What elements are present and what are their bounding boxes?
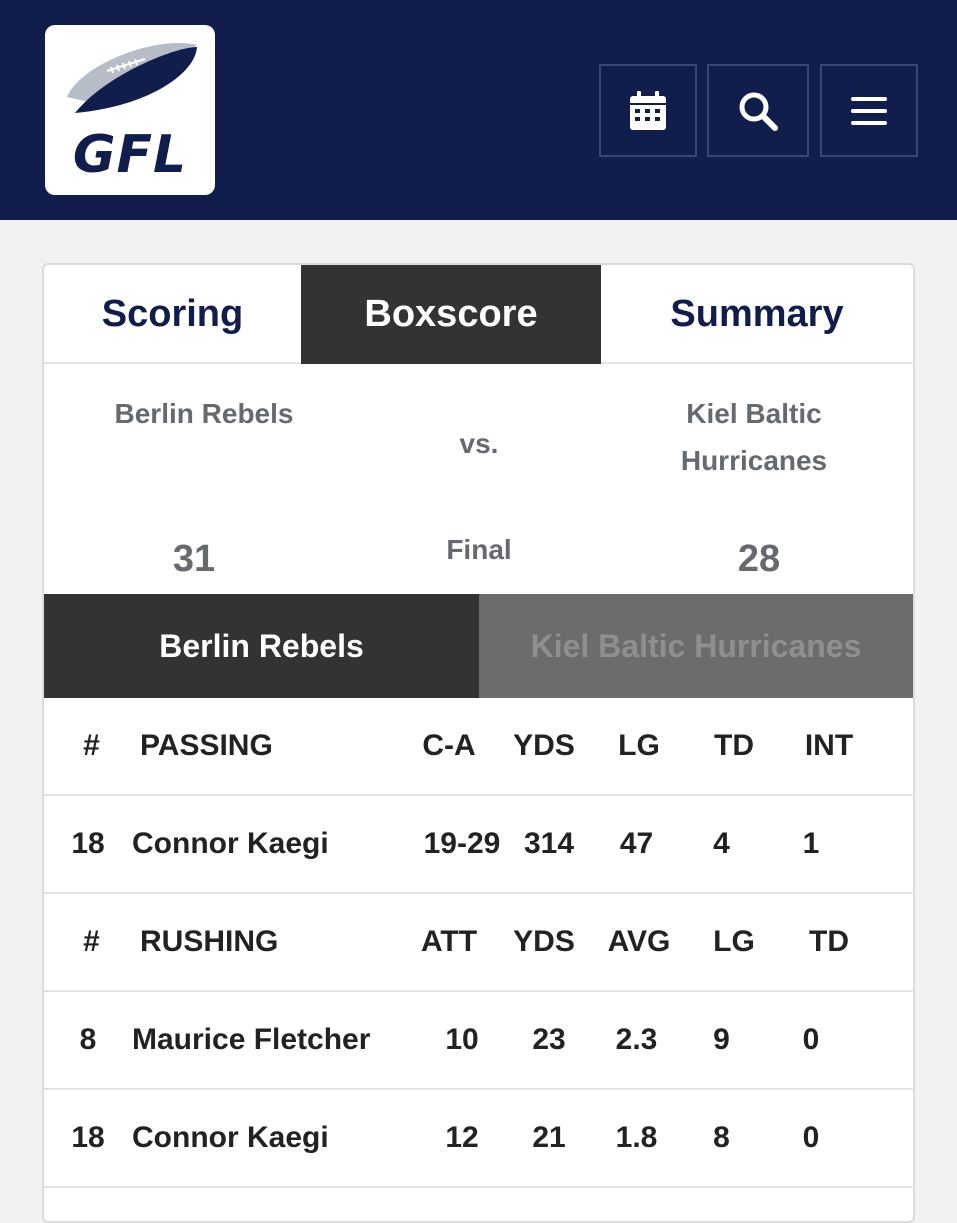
vs-label: vs. bbox=[459, 428, 499, 459]
col-header-number: # bbox=[83, 925, 100, 958]
col-header-td: TD bbox=[809, 925, 849, 958]
stat-td: 0 bbox=[802, 1023, 820, 1056]
game-status: Final bbox=[446, 534, 512, 565]
col-header-ca: C-A bbox=[422, 729, 476, 762]
team-tab-away[interactable]: Kiel Baltic Hurricanes bbox=[479, 594, 913, 698]
team-tab-home[interactable]: Berlin Rebels bbox=[44, 594, 479, 698]
player-name[interactable]: Maurice Fletcher bbox=[132, 992, 432, 1088]
table-row: 8 Maurice Fletcher 10 23 2.3 9 0 bbox=[44, 992, 913, 1090]
col-header-avg: AVG bbox=[607, 925, 671, 958]
passing-header-row: # PASSING C-A YDS LG TD INT bbox=[44, 698, 913, 796]
away-team-name-line2: Hurricanes bbox=[680, 445, 828, 476]
top-navbar: GFL bbox=[0, 0, 957, 220]
player-name[interactable]: Connor Kaegi bbox=[132, 1090, 432, 1186]
col-header-yds: YDS bbox=[513, 729, 575, 762]
boxscore-card: Scoring Boxscore Summary Berlin Rebels v… bbox=[42, 263, 915, 1223]
col-header-number: # bbox=[83, 729, 100, 762]
stat-yds: 21 bbox=[532, 1121, 566, 1154]
home-score: 31 bbox=[172, 538, 216, 580]
search-icon bbox=[739, 92, 778, 131]
gfl-logo[interactable]: GFL bbox=[45, 25, 215, 195]
rushing-header-row: # RUSHING ATT YDS AVG LG TD bbox=[44, 894, 913, 992]
view-tabs: Scoring Boxscore Summary bbox=[44, 265, 913, 364]
stat-td: 4 bbox=[713, 827, 730, 860]
away-team-name-line1: Kiel Baltic bbox=[686, 398, 822, 429]
search-button[interactable] bbox=[707, 64, 809, 157]
col-header-lg: LG bbox=[618, 729, 660, 762]
stat-lg: 9 bbox=[713, 1023, 730, 1056]
col-header-passing: PASSING bbox=[140, 729, 273, 762]
player-number: 18 bbox=[71, 1121, 105, 1154]
stat-att: 10 bbox=[445, 1023, 479, 1056]
logo-text: GFL bbox=[72, 125, 188, 185]
hamburger-icon bbox=[851, 96, 887, 125]
stat-yds: 314 bbox=[523, 827, 575, 860]
tab-boxscore[interactable]: Boxscore bbox=[301, 265, 601, 364]
matchup-summary: Berlin Rebels vs. Kiel Baltic Hurricanes… bbox=[44, 366, 913, 594]
col-header-yds: YDS bbox=[513, 925, 575, 958]
stat-lg: 8 bbox=[713, 1121, 730, 1154]
stat-yds: 23 bbox=[532, 1023, 566, 1056]
tab-summary[interactable]: Summary bbox=[601, 265, 913, 364]
col-header-rushing: RUSHING bbox=[140, 925, 279, 958]
menu-button[interactable] bbox=[820, 64, 918, 157]
col-header-att: ATT bbox=[420, 925, 478, 958]
col-header-td: TD bbox=[714, 729, 754, 762]
player-name[interactable]: Connor Kaegi bbox=[132, 796, 412, 892]
away-team-name: Kiel Baltic Hurricanes bbox=[624, 390, 884, 484]
stat-td: 0 bbox=[802, 1121, 820, 1154]
stat-att: 12 bbox=[445, 1121, 479, 1154]
col-header-lg: LG bbox=[713, 925, 755, 958]
calendar-icon bbox=[630, 90, 666, 130]
player-number: 18 bbox=[71, 827, 105, 860]
calendar-button[interactable] bbox=[599, 64, 697, 157]
team-tabs: Berlin Rebels Kiel Baltic Hurricanes bbox=[44, 594, 913, 698]
table-row: 18 Connor Kaegi 12 21 1.8 8 0 bbox=[44, 1090, 913, 1188]
tab-scoring[interactable]: Scoring bbox=[44, 265, 301, 364]
col-header-int: INT bbox=[804, 729, 854, 762]
stat-int: 1 bbox=[802, 827, 820, 860]
table-row: 18 Connor Kaegi 19-29 314 47 4 1 bbox=[44, 796, 913, 894]
stat-lg: 47 bbox=[619, 827, 654, 860]
stat-avg: 2.3 bbox=[615, 1023, 658, 1056]
stat-avg: 1.8 bbox=[615, 1121, 658, 1154]
home-team-name: Berlin Rebels bbox=[114, 398, 294, 429]
away-score: 28 bbox=[737, 538, 781, 580]
player-number: 8 bbox=[79, 1023, 97, 1056]
stat-ca: 19-29 bbox=[423, 827, 501, 860]
